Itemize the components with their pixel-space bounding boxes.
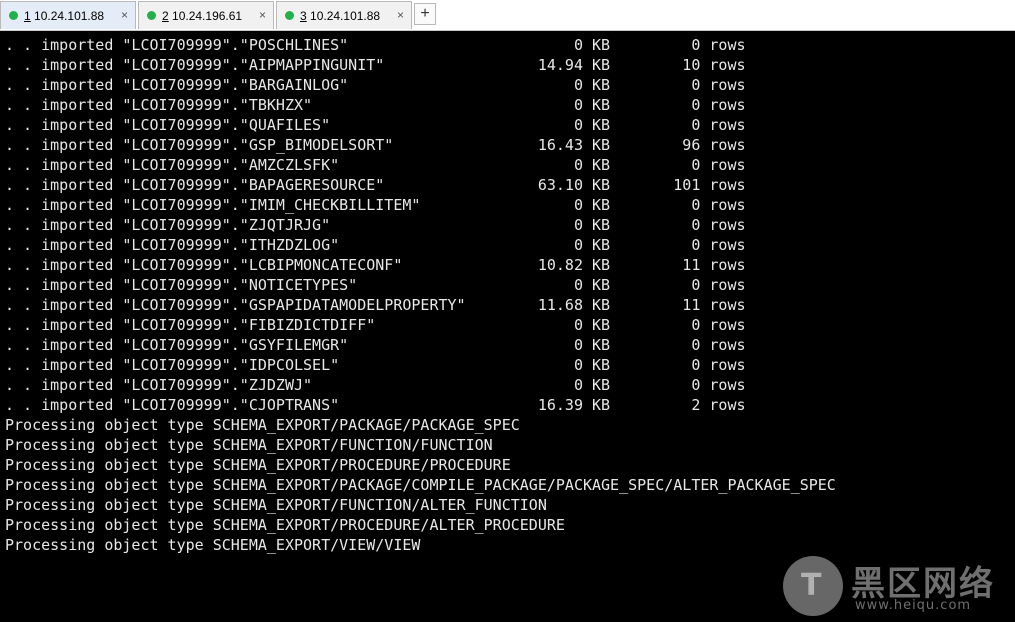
import-log-line: . . imported "LCOI709999"."TBKHZX" 0 KB …	[5, 96, 746, 114]
processing-log-line: Processing object type SCHEMA_EXPORT/PRO…	[5, 516, 565, 534]
tab-bar: 1 10.24.101.88 × 2 10.24.196.61 × 3 10.2…	[0, 0, 1015, 31]
import-log-line: . . imported "LCOI709999"."ZJDZWJ" 0 KB …	[5, 376, 746, 394]
import-log-line: . . imported "LCOI709999"."GSP_BIMODELSO…	[5, 136, 746, 154]
import-log-line: . . imported "LCOI709999"."AIPMAPPINGUNI…	[5, 56, 746, 74]
mushroom-logo-icon: T	[783, 556, 843, 616]
connected-status-icon	[285, 11, 294, 20]
import-log-line: . . imported "LCOI709999"."ITHZDZLOG" 0 …	[5, 236, 746, 254]
terminal-output[interactable]: . . imported "LCOI709999"."POSCHLINES" 0…	[0, 35, 1015, 622]
close-icon[interactable]: ×	[121, 8, 128, 22]
watermark: T 黑区网络 www.heiqu.com	[783, 554, 1013, 620]
close-icon[interactable]: ×	[259, 8, 266, 22]
import-log-line: . . imported "LCOI709999"."BAPAGERESOURC…	[5, 176, 746, 194]
import-log-line: . . imported "LCOI709999"."GSPAPIDATAMOD…	[5, 296, 746, 314]
processing-log-line: Processing object type SCHEMA_EXPORT/FUN…	[5, 436, 493, 454]
processing-log-line: Processing object type SCHEMA_EXPORT/VIE…	[5, 536, 421, 554]
import-log-line: . . imported "LCOI709999"."NOTICETYPES" …	[5, 276, 746, 294]
watermark-url: www.heiqu.com	[855, 598, 972, 613]
tab-session-2[interactable]: 2 10.24.196.61 ×	[138, 1, 274, 29]
import-log-line: . . imported "LCOI709999"."CJOPTRANS" 16…	[5, 396, 746, 414]
processing-log-line: Processing object type SCHEMA_EXPORT/PRO…	[5, 456, 511, 474]
import-log-line: . . imported "LCOI709999"."GSYFILEMGR" 0…	[5, 336, 746, 354]
tab-session-1[interactable]: 1 10.24.101.88 ×	[0, 1, 136, 29]
processing-log-line: Processing object type SCHEMA_EXPORT/PAC…	[5, 416, 520, 434]
import-log-line: . . imported "LCOI709999"."BARGAINLOG" 0…	[5, 76, 746, 94]
connected-status-icon	[9, 11, 18, 20]
tab-label: 1 10.24.101.88	[24, 8, 105, 23]
processing-log-line: Processing object type SCHEMA_EXPORT/PAC…	[5, 476, 836, 494]
tab-label: 2 10.24.196.61	[162, 8, 243, 23]
add-tab-button[interactable]: +	[414, 3, 436, 25]
connected-status-icon	[147, 11, 156, 20]
tab-session-3[interactable]: 3 10.24.101.88 ×	[276, 1, 412, 29]
import-log-line: . . imported "LCOI709999"."FIBIZDICTDIFF…	[5, 316, 746, 334]
import-log-line: . . imported "LCOI709999"."IDPCOLSEL" 0 …	[5, 356, 746, 374]
close-icon[interactable]: ×	[397, 8, 404, 22]
import-log-line: . . imported "LCOI709999"."IMIM_CHECKBIL…	[5, 196, 746, 214]
import-log-line: . . imported "LCOI709999"."POSCHLINES" 0…	[5, 36, 746, 54]
import-log-line: . . imported "LCOI709999"."QUAFILES" 0 K…	[5, 116, 746, 134]
processing-log-line: Processing object type SCHEMA_EXPORT/FUN…	[5, 496, 547, 514]
import-log-line: . . imported "LCOI709999"."ZJQTJRJG" 0 K…	[5, 216, 746, 234]
import-log-line: . . imported "LCOI709999"."LCBIPMONCATEC…	[5, 256, 746, 274]
import-log-line: . . imported "LCOI709999"."AMZCZLSFK" 0 …	[5, 156, 746, 174]
tab-label: 3 10.24.101.88	[300, 8, 381, 23]
